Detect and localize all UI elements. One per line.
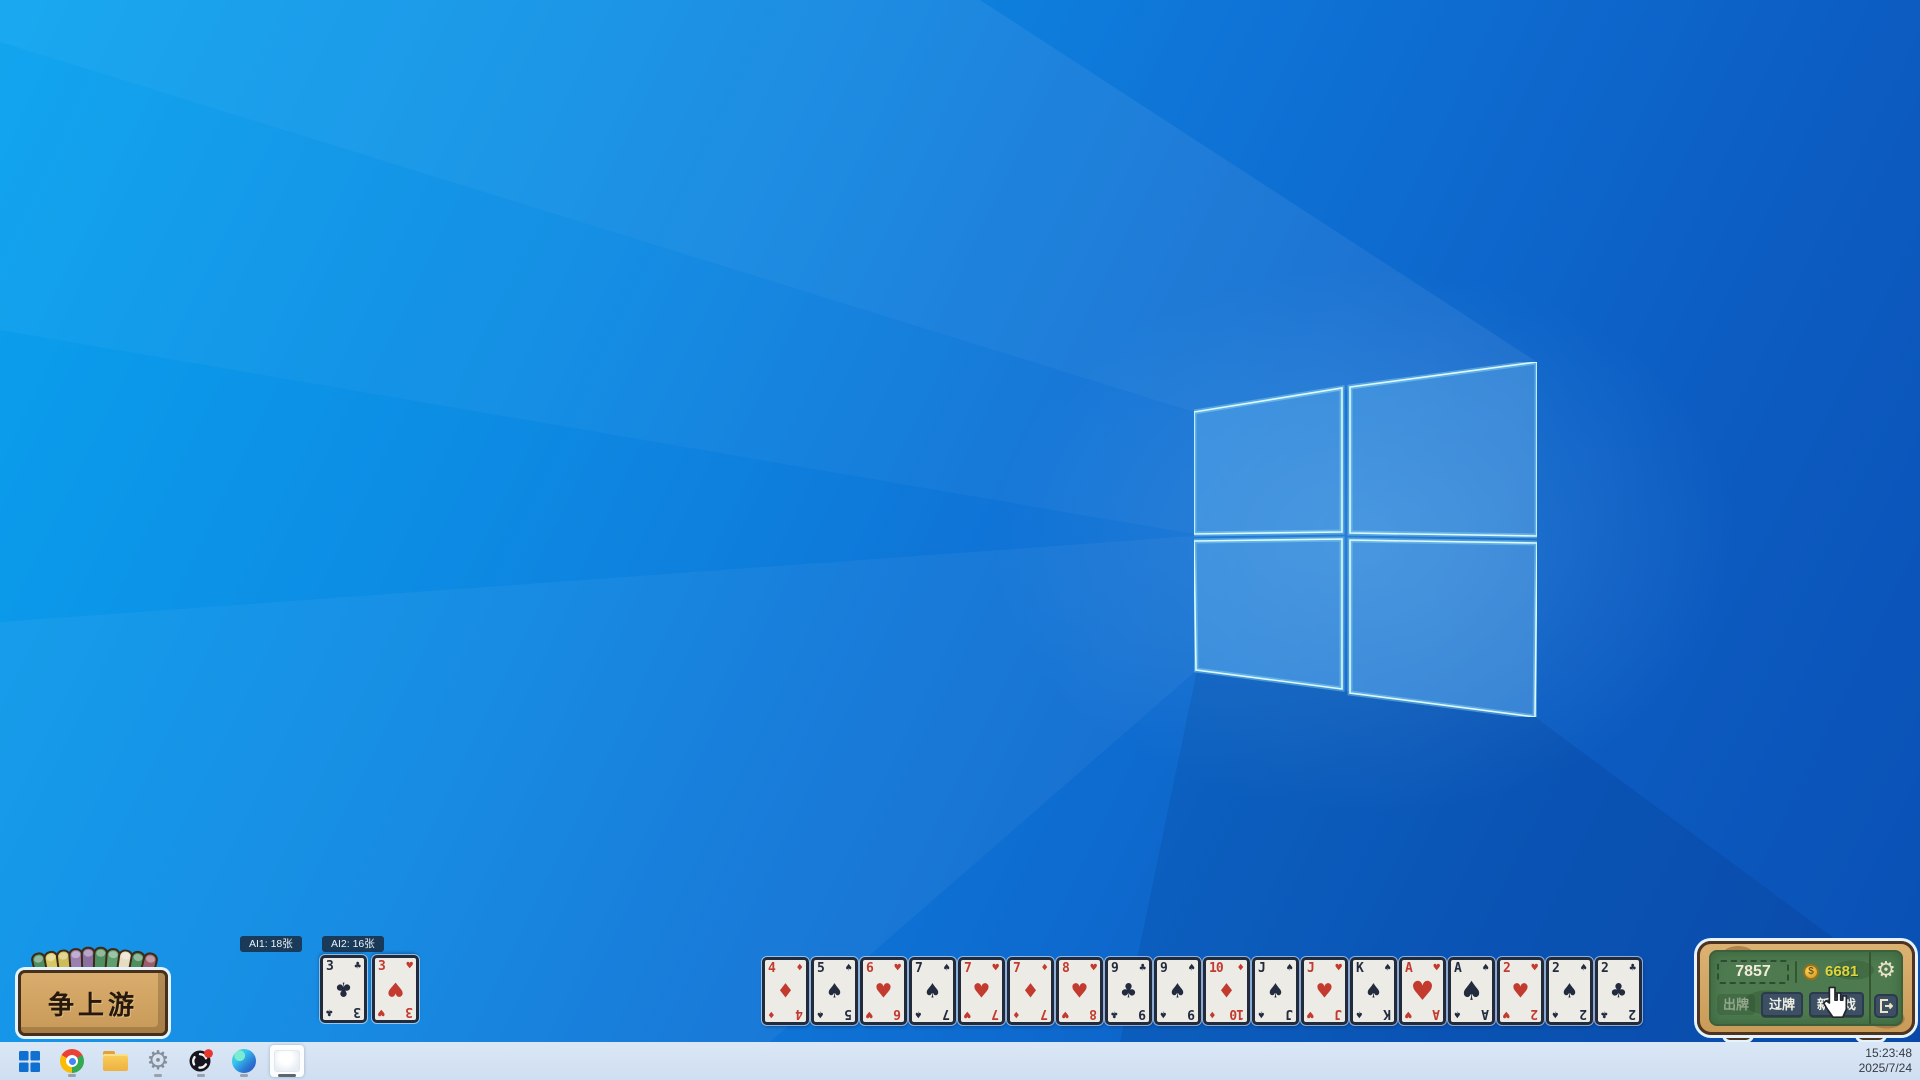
hand-card-9-spade[interactable]: 9♠♠9♠ [1154,957,1201,1025]
start-button[interactable] [12,1045,46,1077]
windows-logo [1194,362,1537,717]
card-corner: A♥ [1405,1007,1440,1020]
coins-display: 6681 [1825,963,1858,980]
hand-cursor-icon [1820,986,1850,1020]
card-corner: 5♠ [817,1007,852,1020]
opponent1-card-count: AI1: 18张 [240,936,302,952]
card-corner: A♠ [1454,1007,1489,1020]
obs-icon [188,1048,214,1074]
hand-card-8-heart[interactable]: 8♥♥8♥ [1056,957,1103,1025]
file-explorer-icon [103,1051,128,1071]
score-display: 7857 [1717,960,1789,984]
hand-card-J-heart[interactable]: J♥♥J♥ [1301,957,1348,1025]
taskbar-clock[interactable]: 15:23:48 2025/7/24 [1859,1046,1912,1076]
card-corner: 4♦ [768,1007,803,1020]
logo-wood-board: 争上游 [18,970,168,1036]
card-corner: 2♣ [1601,1007,1636,1020]
card-corner: 2♥ [1503,1007,1538,1020]
panel-side-bottom [1869,988,1901,1024]
coin-icon: $ [1803,964,1819,980]
light-ray [0,0,1920,1080]
taskbar-edge[interactable] [227,1045,261,1077]
exit-door-icon [1879,999,1893,1013]
card-corner: 9♣ [1111,1007,1146,1020]
hand-card-7-heart[interactable]: 7♥♥7♥ [958,957,1005,1025]
chrome-icon [60,1049,84,1073]
taskbar-settings[interactable]: ⚙ [141,1045,175,1077]
edge-icon [232,1049,256,1073]
clock-date: 2025/7/24 [1859,1061,1912,1076]
game-window-icon [274,1050,300,1072]
game-title: 争上游 [48,985,138,1022]
hand-card-A-spade[interactable]: A♠♠A♠ [1448,957,1495,1025]
player-hand: 4♦♦4♦5♠♠5♠6♥♥6♥7♠♠7♠7♥♥7♥7♦♦7♦8♥♥8♥9♣♣9♣… [762,957,1642,1025]
hand-card-7-diamond[interactable]: 7♦♦7♦ [1007,957,1054,1025]
hand-card-6-heart[interactable]: 6♥♥6♥ [860,957,907,1025]
windows-start-icon [19,1051,40,1072]
card-corner: J♥ [1307,1007,1342,1020]
hand-card-9-club[interactable]: 9♣♣9♣ [1105,957,1152,1025]
played-card-3-heart: 3♥♥3♥ [372,955,419,1023]
opponent2-card-count: AI2: 16张 [322,936,384,952]
taskbar-game-window[interactable] [270,1045,304,1077]
panel-side-top: ⚙ [1869,952,1901,988]
taskbar-file-explorer[interactable] [98,1045,132,1077]
hand-card-4-diamond[interactable]: 4♦♦4♦ [762,957,809,1025]
hand-card-A-heart[interactable]: A♥♥A♥ [1399,957,1446,1025]
card-corner: K♠ [1356,1007,1391,1020]
card-corner: 7♥ [964,1007,999,1020]
hand-card-10-diamond[interactable]: 10♦♦10♦ [1203,957,1250,1025]
hand-card-K-spade[interactable]: K♠♠K♠ [1350,957,1397,1025]
card-corner: 3♣ [326,960,361,973]
played-cards-area: 3♣♣3♣3♥♥3♥ [320,955,419,1023]
card-corner: 3♥ [378,960,413,973]
settings-icon: ⚙ [146,1048,169,1074]
clock-time: 15:23:48 [1859,1046,1912,1061]
hand-card-J-spade[interactable]: J♠♠J♠ [1252,957,1299,1025]
taskbar-obs[interactable] [184,1045,218,1077]
hand-card-7-spade[interactable]: 7♠♠7♠ [909,957,956,1025]
card-corner: 10♦ [1209,1007,1244,1020]
card-corner: 2♠ [1552,1007,1587,1020]
pass-button[interactable]: 过牌 [1761,992,1803,1018]
panel-felt: 7857 $ 6681 ⚙ 出牌 过牌 新游戏 [1709,950,1903,1026]
game-control-panel: 7857 $ 6681 ⚙ 出牌 过牌 新游戏 [1697,941,1915,1035]
taskbar: ⚙ 15:23:48 2025/7/24 [0,1042,1920,1080]
played-card-3-club: 3♣♣3♣ [320,955,367,1023]
hand-card-2-heart[interactable]: 2♥♥2♥ [1497,957,1544,1025]
hand-card-5-spade[interactable]: 5♠♠5♠ [811,957,858,1025]
taskbar-chrome[interactable] [55,1045,89,1077]
card-corner: 7♦ [1013,1007,1048,1020]
play-cards-button[interactable]: 出牌 [1717,994,1755,1016]
hand-card-2-spade[interactable]: 2♠♠2♠ [1546,957,1593,1025]
panel-divider [1795,961,1797,983]
game-logo-sign: 争上游 [18,944,168,1036]
card-corner: 9♠ [1160,1007,1195,1020]
desktop-wallpaper [0,0,1920,1080]
light-ray-shadow [0,0,1920,1080]
card-corner: J♠ [1258,1007,1293,1020]
light-ray [0,0,1920,1080]
settings-gear-icon[interactable]: ⚙ [1876,959,1896,981]
card-corner: 7♠ [915,1007,950,1020]
hand-card-2-club[interactable]: 2♣♣2♣ [1595,957,1642,1025]
card-corner: 8♥ [1062,1007,1097,1020]
card-corner: 6♥ [866,1007,901,1020]
light-ray [0,0,1920,1080]
exit-button[interactable] [1874,994,1898,1018]
